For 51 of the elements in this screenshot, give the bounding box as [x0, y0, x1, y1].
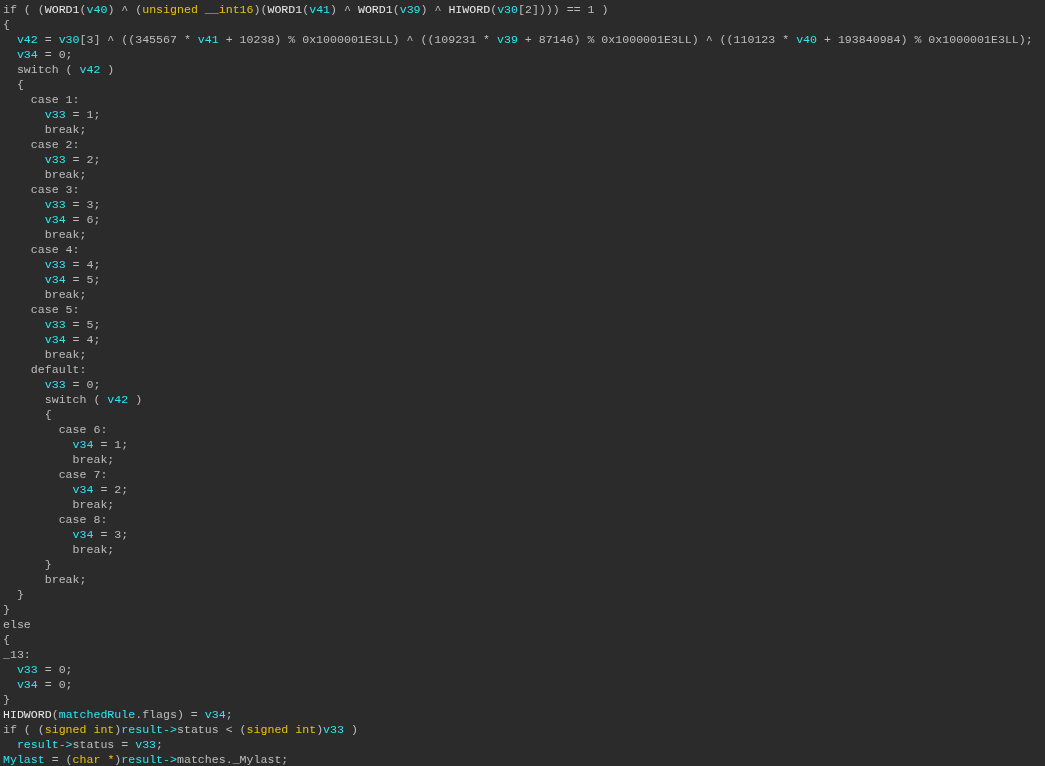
code-line: HIDWORD(matchedRule.flags) = v34; — [3, 707, 233, 722]
code-line: } — [44, 557, 52, 572]
code-line: break; — [44, 287, 87, 302]
code-line: Mylast = (char *)result->matches._Mylast; — [3, 752, 289, 766]
code-line: v34 = 3; — [72, 527, 129, 542]
code-line: result->status = v33; — [16, 737, 164, 752]
code-line: break; — [72, 452, 115, 467]
code-line: v34 = 4; — [44, 332, 101, 347]
code-line: break; — [44, 122, 87, 137]
code-line: v33 = 3; — [44, 197, 101, 212]
code-line: break; — [44, 167, 87, 182]
code-line: break; — [44, 227, 87, 242]
code-line: v34 = 0; — [16, 677, 73, 692]
code-line: default: — [30, 362, 87, 377]
code-line: case 1: — [30, 92, 80, 107]
code-line: switch ( v42 ) — [44, 392, 143, 407]
code-line: { — [44, 407, 52, 422]
code-line: v34 = 2; — [72, 482, 129, 497]
code-line: break; — [44, 572, 87, 587]
code-line: case 7: — [58, 467, 108, 482]
code-line: case 5: — [30, 302, 80, 317]
code-line: v42 = v30[3] ^ ((345567 * v41 + 10238) % 0x1000001E3LL) ^ ((109231 * v39 + 87146) % 0x1000001E3LL) ^ ((110123 * v40 + 193840984) % 0x1000001E3LL); — [16, 32, 1033, 47]
code-line: break; — [72, 497, 115, 512]
code-line: case 6: — [58, 422, 108, 437]
code-line: v33 = 5; — [44, 317, 101, 332]
code-line: case 2: — [30, 137, 80, 152]
code-line: v33 = 0; — [44, 377, 101, 392]
code-line: v34 = 1; — [72, 437, 129, 452]
code-line: v33 = 0; — [16, 662, 73, 677]
code-line: v34 = 5; — [44, 272, 101, 287]
code-line: else — [3, 617, 31, 632]
code-line: } — [3, 692, 10, 707]
code-line: { — [3, 17, 10, 32]
code-line: case 3: — [30, 182, 80, 197]
code-line: v33 = 4; — [44, 257, 101, 272]
code-line: v33 = 1; — [44, 107, 101, 122]
code-line: break; — [44, 347, 87, 362]
code-line: case 4: — [30, 242, 80, 257]
code-line: v34 = 0; — [16, 47, 73, 62]
code-line: v33 = 2; — [44, 152, 101, 167]
code-line: if ( (WORD1(v40) ^ (unsigned __int16)(WORD1(v41) ^ WORD1(v39) ^ HIWORD(v30[2]))) == 1 ) — [3, 2, 609, 17]
code-line: _13: — [3, 647, 31, 662]
code-line: v34 = 6; — [44, 212, 101, 227]
code-line: { — [3, 632, 10, 647]
code-line: } — [16, 587, 24, 602]
code-line: break; — [72, 542, 115, 557]
code-line: { — [16, 77, 24, 92]
code-line: case 8: — [58, 512, 108, 527]
code-line: switch ( v42 ) — [16, 62, 115, 77]
code-line: } — [3, 602, 10, 617]
code-line: if ( (signed int)result->status < (signed int)v33 ) — [3, 722, 358, 737]
